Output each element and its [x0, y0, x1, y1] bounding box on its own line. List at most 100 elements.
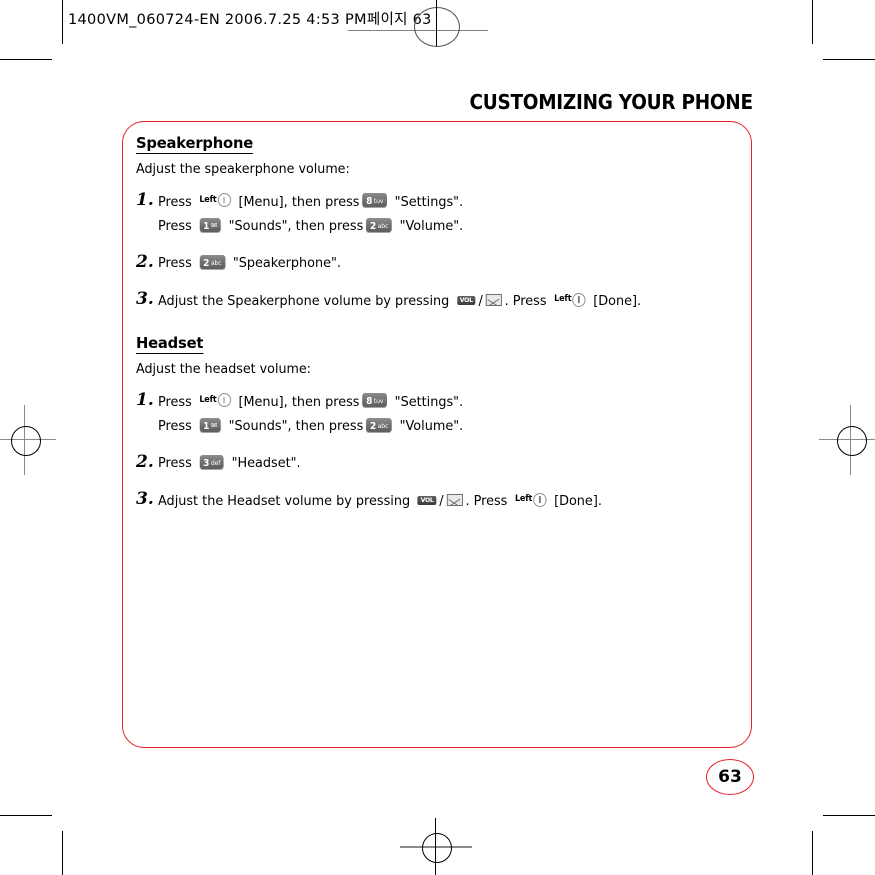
- page-title: CUSTOMIZING YOUR PHONE: [469, 90, 754, 114]
- step-line: Press 2abc "Speakerphone".: [158, 251, 341, 276]
- page-number-text: 63: [718, 766, 742, 787]
- step-number: 2.: [136, 252, 154, 273]
- step-text: Press Left [Menu], then press 8tuv "Settings…: [158, 389, 463, 440]
- softkey-left-label: Left: [199, 394, 217, 405]
- softkey-left-label: Left: [554, 294, 572, 305]
- step-item: 2. Press 3def "Headset".: [136, 451, 736, 476]
- keycap-letters: tuv: [373, 197, 384, 206]
- step-text-fragment: Adjust the Headset volume by pressing: [158, 493, 411, 509]
- softkey-circle-icon: [533, 492, 547, 507]
- crop-mark-bottom-right-vertical: [812, 831, 814, 875]
- step-text-fragment: "Volume".: [399, 418, 464, 435]
- step-text: Press Left [Menu], then press 8tuv "Settings…: [158, 189, 463, 240]
- keycap-number: 1: [203, 221, 210, 233]
- crop-mark-top-right-vertical: [812, 0, 814, 44]
- volume-key-icon: VOL: [417, 495, 437, 505]
- step-number: 2.: [136, 452, 154, 473]
- keycap-number: 2: [369, 221, 377, 233]
- section-heading-headset: Headset: [136, 334, 204, 354]
- steps-list-speakerphone: 1. Press Left [Menu], then press 8tuv "Setti…: [136, 189, 736, 315]
- step-line: Adjust the Headset volume by pressing VOL…: [158, 488, 602, 514]
- print-file-stamp-text: 1400VM_060724-EN 2006.7.25 4:53 PM: [68, 12, 367, 28]
- keycap-3-def-icon: 3def: [199, 455, 225, 470]
- keycap-letters: abc: [210, 259, 222, 268]
- step-text-fragment: Press: [158, 393, 192, 410]
- softkey-left-label: Left: [199, 194, 217, 205]
- keycap-2-abc-icon: 2abc: [366, 418, 393, 433]
- volume-key-icon: VOL: [456, 295, 476, 305]
- keycap-letters: abc: [377, 222, 389, 231]
- softkey-circle-icon: [572, 292, 586, 307]
- header-registration-line: [436, 0, 438, 46]
- section-heading-speakerphone: Speakerphone: [136, 134, 254, 154]
- step-text-fragment: [Menu], then press: [238, 393, 360, 410]
- step-number: 1.: [136, 389, 154, 410]
- step-number: 3.: [136, 289, 154, 310]
- content-body: Speakerphone Adjust the speakerphone vol…: [136, 134, 736, 515]
- step-item: 3. Adjust the Headset volume by pressing…: [136, 488, 736, 514]
- step-text-fragment: "Settings".: [394, 193, 464, 210]
- section-subtitle-speakerphone: Adjust the speakerphone volume:: [136, 160, 350, 177]
- step-line: Adjust the Speakerphone volume by pressi…: [158, 288, 641, 314]
- step-number: 1.: [136, 189, 154, 210]
- step-text-fragment: "Headset".: [231, 455, 301, 472]
- keycap-letters: def: [210, 459, 221, 468]
- step-text-fragment: . Press: [504, 293, 547, 309]
- crop-mark-bottom-left-horizontal: [0, 815, 52, 817]
- step-text-fragment: Press: [158, 418, 192, 435]
- step-line: Press 1✉ "Sounds", then press 2abc "Volume".: [158, 414, 463, 439]
- step-text-fragment: [Done].: [554, 493, 602, 509]
- keycap-number: 2: [369, 421, 377, 433]
- keycap-number: 8: [366, 396, 373, 408]
- step-separator: /: [478, 293, 483, 309]
- step-text-fragment: Press: [158, 455, 192, 472]
- step-text-fragment: "Speakerphone".: [232, 255, 341, 272]
- step-text-fragment: Adjust the Speakerphone volume by pressi…: [158, 293, 450, 309]
- softkey-left-icon: Left: [199, 388, 231, 414]
- steps-list-headset: 1. Press Left [Menu], then press 8tuv "Setti…: [136, 389, 736, 515]
- step-text-fragment: . Press: [465, 493, 508, 509]
- section-headset: Headset Adjust the headset volume: 1. Pr…: [136, 334, 736, 515]
- step-text-fragment: Press: [158, 193, 192, 210]
- step-item: 2. Press 2abc "Speakerphone".: [136, 251, 736, 276]
- keycap-2-abc-icon: 2abc: [199, 255, 226, 270]
- section-speakerphone: Speakerphone Adjust the speakerphone vol…: [136, 134, 736, 315]
- step-item: 3. Adjust the Speakerphone volume by pre…: [136, 288, 736, 314]
- keycap-1-voicemail-icon: 1✉: [199, 418, 222, 433]
- step-line: Press 3def "Headset".: [158, 451, 301, 476]
- keycap-number: 8: [366, 196, 373, 208]
- step-text: Adjust the Headset volume by pressing VOL…: [158, 488, 602, 514]
- crop-mark-bottom-right-horizontal: [823, 815, 875, 817]
- keycap-voicemail-glyph: ✉: [210, 421, 218, 431]
- step-text-fragment: Press: [158, 218, 192, 235]
- registration-mark-bottom: [400, 818, 472, 875]
- registration-mark-right: [813, 405, 875, 475]
- softkey-circle-icon: [217, 193, 231, 207]
- crop-mark-top-left-vertical: [62, 0, 64, 44]
- step-text-fragment: "Sounds", then press: [228, 218, 364, 235]
- step-separator: /: [439, 493, 444, 509]
- step-line: Press Left [Menu], then press 8tuv "Settings…: [158, 389, 463, 415]
- softkey-left-icon: Left: [515, 487, 547, 513]
- step-item: 1. Press Left [Menu], then press 8tuv "Setti…: [136, 389, 736, 440]
- keycap-letters: tuv: [373, 397, 384, 406]
- print-file-stamp: 1400VM_060724-EN 2006.7.25 4:53 PM페이지 63: [68, 8, 432, 29]
- step-line: Press 1✉ "Sounds", then press 2abc "Volume".: [158, 214, 463, 239]
- keycap-8-tuv-icon: 8tuv: [362, 393, 388, 408]
- step-text-fragment: Press: [158, 255, 192, 272]
- registration-mark-left: [0, 405, 62, 475]
- keycap-1-voicemail-icon: 1✉: [199, 218, 222, 233]
- softkey-circle-icon: [217, 393, 231, 407]
- keycap-number: 1: [203, 421, 210, 433]
- step-text-fragment: "Volume".: [399, 218, 464, 235]
- crop-mark-bottom-left-vertical: [62, 831, 64, 875]
- step-text: Press 3def "Headset".: [158, 451, 301, 476]
- crop-mark-top-left-horizontal: [0, 59, 52, 61]
- step-text: Press 2abc "Speakerphone".: [158, 251, 341, 276]
- keycap-number: 3: [203, 458, 210, 470]
- message-envelope-icon: [485, 294, 502, 306]
- step-line: Press Left [Menu], then press 8tuv "Settings…: [158, 189, 463, 215]
- keycap-8-tuv-icon: 8tuv: [362, 193, 388, 208]
- keycap-number: 2: [203, 258, 210, 270]
- keycap-voicemail-glyph: ✉: [210, 221, 218, 231]
